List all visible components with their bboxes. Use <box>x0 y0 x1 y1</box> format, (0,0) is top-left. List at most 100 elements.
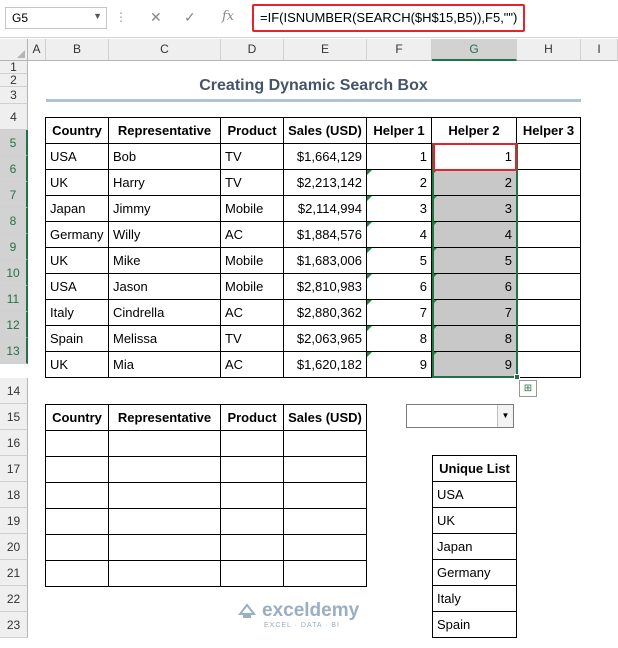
table-cell[interactable]: $2,063,965 <box>283 325 367 352</box>
table-cell[interactable]: UK <box>45 169 109 196</box>
table-cell[interactable]: 8 <box>431 325 517 352</box>
table-cell[interactable] <box>516 169 581 196</box>
table-cell[interactable]: Willy <box>108 221 221 248</box>
list-item[interactable]: USA <box>432 481 517 508</box>
table-cell[interactable] <box>45 560 109 587</box>
column-header-g[interactable]: G <box>432 39 517 61</box>
row-header-17[interactable]: 17 <box>0 456 28 482</box>
header-helper-3[interactable]: Helper 3 <box>516 117 581 144</box>
table-cell[interactable]: Melissa <box>108 325 221 352</box>
table-cell[interactable]: $2,880,362 <box>283 299 367 326</box>
row-header-2[interactable]: 2 <box>0 74 28 87</box>
table-cell[interactable]: Germany <box>45 221 109 248</box>
table-cell[interactable]: $2,810,983 <box>283 273 367 300</box>
row-header-23[interactable]: 23 <box>0 612 28 638</box>
table-cell[interactable] <box>220 482 284 509</box>
column-header-a[interactable]: A <box>28 39 46 61</box>
row-header-14[interactable]: 14 <box>0 378 28 404</box>
table-cell[interactable]: 6 <box>366 273 432 300</box>
table-cell[interactable]: Jason <box>108 273 221 300</box>
chevron-down-icon[interactable]: ▼ <box>93 11 102 21</box>
table-cell[interactable] <box>283 534 367 561</box>
result-header-representative[interactable]: Representative <box>108 404 221 431</box>
table-cell[interactable]: UK <box>45 247 109 274</box>
column-header-h[interactable]: H <box>517 39 581 61</box>
table-cell[interactable] <box>283 456 367 483</box>
table-cell[interactable]: 2 <box>431 169 517 196</box>
result-header-country[interactable]: Country <box>45 404 109 431</box>
table-cell[interactable] <box>45 534 109 561</box>
table-cell[interactable] <box>108 534 221 561</box>
table-cell[interactable]: Mia <box>108 351 221 378</box>
confirm-icon[interactable]: ✓ <box>184 9 196 26</box>
name-box[interactable]: G5 ▼ <box>5 7 107 29</box>
table-cell[interactable]: AC <box>220 351 284 378</box>
table-cell[interactable]: 4 <box>431 221 517 248</box>
row-header-3[interactable]: 3 <box>0 87 28 104</box>
table-cell[interactable]: UK <box>45 351 109 378</box>
table-cell[interactable]: Harry <box>108 169 221 196</box>
column-header-i[interactable]: I <box>581 39 618 61</box>
select-all-corner[interactable] <box>0 39 28 61</box>
row-header-19[interactable]: 19 <box>0 508 28 534</box>
row-header-13[interactable]: 13 <box>0 338 28 364</box>
result-header-sales-usd[interactable]: Sales (USD) <box>283 404 367 431</box>
header-product[interactable]: Product <box>220 117 284 144</box>
table-cell[interactable] <box>516 195 581 222</box>
row-header-12[interactable]: 12 <box>0 312 28 338</box>
table-cell[interactable]: 4 <box>366 221 432 248</box>
table-cell[interactable]: Italy <box>45 299 109 326</box>
list-item[interactable]: Germany <box>432 559 517 586</box>
table-cell[interactable] <box>516 273 581 300</box>
table-cell[interactable]: 3 <box>431 195 517 222</box>
table-cell[interactable] <box>516 221 581 248</box>
table-cell[interactable]: 6 <box>431 273 517 300</box>
header-helper-1[interactable]: Helper 1 <box>366 117 432 144</box>
row-header-9[interactable]: 9 <box>0 234 28 260</box>
table-cell[interactable]: AC <box>220 221 284 248</box>
table-cell[interactable]: 8 <box>366 325 432 352</box>
table-cell[interactable] <box>108 430 221 457</box>
table-cell[interactable]: AC <box>220 299 284 326</box>
table-cell[interactable]: $1,683,006 <box>283 247 367 274</box>
table-cell[interactable] <box>108 482 221 509</box>
table-cell[interactable]: Bob <box>108 143 221 170</box>
table-cell[interactable]: Cindrella <box>108 299 221 326</box>
quick-analysis-icon[interactable]: ⊞ <box>519 380 537 397</box>
cancel-icon[interactable]: ✕ <box>150 9 162 26</box>
table-cell[interactable]: 7 <box>366 299 432 326</box>
table-cell[interactable] <box>516 143 581 170</box>
header-sales-usd[interactable]: Sales (USD) <box>283 117 367 144</box>
table-cell[interactable]: USA <box>45 273 109 300</box>
table-cell[interactable] <box>220 430 284 457</box>
header-helper-2[interactable]: Helper 2 <box>431 117 517 144</box>
table-cell[interactable]: 1 <box>431 143 517 170</box>
result-header-product[interactable]: Product <box>220 404 284 431</box>
table-cell[interactable] <box>108 560 221 587</box>
table-cell[interactable]: $1,884,576 <box>283 221 367 248</box>
column-header-d[interactable]: D <box>221 39 284 61</box>
table-cell[interactable]: $1,620,182 <box>283 351 367 378</box>
table-cell[interactable] <box>516 299 581 326</box>
table-cell[interactable]: $2,213,142 <box>283 169 367 196</box>
table-cell[interactable]: Mobile <box>220 247 284 274</box>
table-cell[interactable] <box>45 482 109 509</box>
table-cell[interactable]: Mike <box>108 247 221 274</box>
table-cell[interactable]: 9 <box>431 351 517 378</box>
row-header-6[interactable]: 6 <box>0 156 28 182</box>
table-cell[interactable] <box>45 430 109 457</box>
list-item[interactable]: Spain <box>432 611 517 638</box>
row-header-16[interactable]: 16 <box>0 430 28 456</box>
list-item[interactable]: Italy <box>432 585 517 612</box>
row-header-7[interactable]: 7 <box>0 182 28 208</box>
table-cell[interactable] <box>516 247 581 274</box>
table-cell[interactable]: TV <box>220 169 284 196</box>
table-cell[interactable] <box>283 560 367 587</box>
column-header-e[interactable]: E <box>284 39 367 61</box>
table-cell[interactable]: $1,664,129 <box>283 143 367 170</box>
row-header-21[interactable]: 21 <box>0 560 28 586</box>
list-item[interactable]: Japan <box>432 533 517 560</box>
table-cell[interactable] <box>220 508 284 535</box>
table-cell[interactable] <box>108 508 221 535</box>
table-cell[interactable] <box>45 508 109 535</box>
